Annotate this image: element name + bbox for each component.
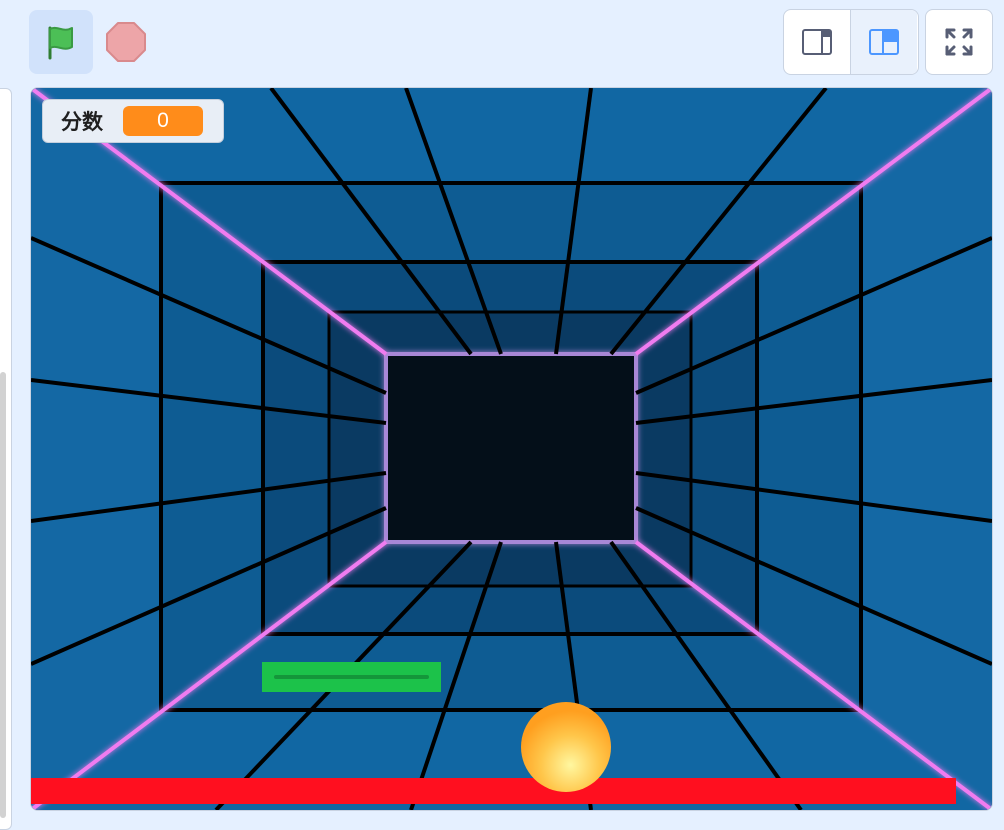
normal-stage-button[interactable] xyxy=(850,10,917,74)
stage-size-toggle xyxy=(783,9,919,75)
stop-icon xyxy=(106,22,146,62)
stage-header xyxy=(0,0,1004,86)
normal-stage-icon xyxy=(869,29,899,55)
tunnel-right-wall xyxy=(861,88,992,810)
tunnel-left-wall xyxy=(31,88,161,810)
stop-button[interactable] xyxy=(100,16,152,68)
tunnel-end-face xyxy=(388,356,634,540)
fullscreen-button[interactable] xyxy=(925,9,993,75)
green-flag-icon xyxy=(48,26,73,60)
code-area-scrollbar[interactable] xyxy=(0,372,6,818)
stage-canvas[interactable]: 分数 0 xyxy=(30,87,993,811)
score-value: 0 xyxy=(123,106,203,136)
green-flag-button[interactable] xyxy=(29,10,93,74)
floor-bar-sprite xyxy=(31,778,956,804)
ball-sprite[interactable] xyxy=(521,702,611,792)
small-stage-icon xyxy=(802,29,832,55)
paddle-sprite[interactable] xyxy=(262,662,441,692)
fullscreen-icon xyxy=(945,28,973,56)
tunnel-backdrop xyxy=(31,88,992,810)
score-variable-monitor[interactable]: 分数 0 xyxy=(42,99,224,143)
score-label: 分数 xyxy=(61,110,103,134)
small-stage-button[interactable] xyxy=(784,10,850,74)
